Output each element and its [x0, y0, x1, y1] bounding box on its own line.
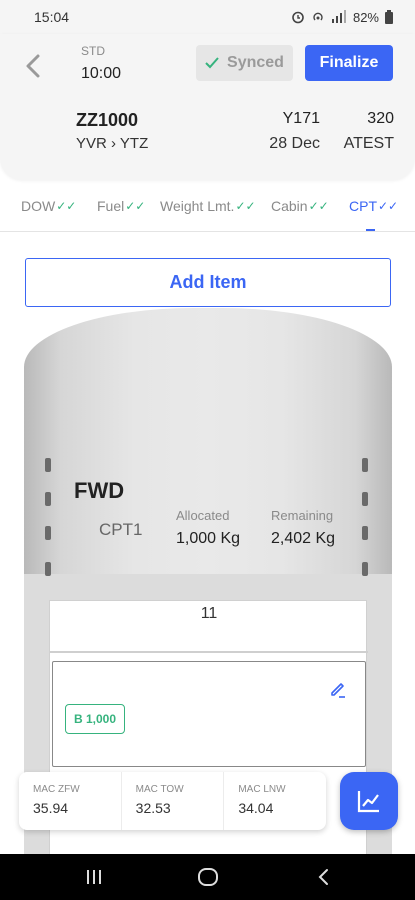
tab-label: Weight Lmt. — [160, 198, 235, 214]
flight-number: ZZ1000 — [76, 110, 139, 130]
double-check-icon: ✓✓ — [308, 199, 329, 213]
tab-dow[interactable]: DOW ✓✓ — [21, 198, 76, 214]
std-label: STD — [81, 44, 105, 58]
mac-label: MAC LNW — [238, 784, 286, 795]
flight-date: 28 Dec — [269, 135, 320, 152]
tab-weight-limit[interactable]: Weight Lmt. ✓✓ — [160, 198, 256, 214]
window-marker — [362, 492, 368, 506]
tab-label: DOW — [21, 198, 56, 214]
finalize-button[interactable]: Finalize — [305, 45, 393, 81]
status-icons: 82% — [291, 10, 393, 25]
mac-value: 32.53 — [135, 800, 171, 816]
hotspot-icon — [313, 12, 323, 21]
window-marker — [45, 562, 51, 576]
window-marker — [362, 526, 368, 540]
aircraft-config: ATEST — [343, 135, 394, 152]
back-nav-button[interactable] — [312, 866, 336, 888]
check-icon — [205, 57, 219, 69]
allocated-value: 1,000 Kg — [176, 530, 241, 547]
system-nav-bar — [0, 854, 415, 900]
route: YVR › YTZ — [76, 135, 149, 152]
window-marker — [362, 458, 368, 472]
aircraft-type: 320 — [367, 110, 394, 127]
home-icon — [198, 868, 218, 886]
battery-level: 82% — [352, 9, 379, 25]
mac-value: 35.94 — [33, 800, 69, 816]
double-check-icon: ✓✓ — [378, 199, 399, 213]
allocated-label: Allocated — [176, 508, 230, 523]
synced-button[interactable]: Synced — [196, 45, 293, 81]
edit-icon[interactable] — [329, 680, 347, 698]
recent-apps-button[interactable] — [82, 866, 106, 888]
hold-number: 11 — [200, 605, 218, 622]
double-check-icon: ✓✓ — [56, 199, 77, 213]
window-marker — [362, 562, 368, 576]
mac-label: MAC ZFW — [33, 784, 80, 795]
mac-value: 34.04 — [238, 800, 274, 816]
double-check-icon: ✓✓ — [235, 199, 256, 213]
window-marker — [45, 526, 51, 540]
alarm-icon — [292, 11, 304, 24]
remaining-value: 2,402 Kg — [271, 530, 336, 547]
mac-lnw: MAC LNW 34.04 — [224, 772, 326, 830]
line-chart-icon — [357, 791, 379, 813]
section-title: FWD — [74, 478, 125, 503]
chart-button[interactable] — [340, 772, 398, 830]
double-check-icon: ✓✓ — [125, 199, 146, 213]
tab-label: Cabin — [271, 198, 308, 214]
baggage-badge[interactable]: B 1,000 — [65, 704, 125, 734]
uld-slot[interactable]: B 1,000 — [52, 661, 366, 767]
registration: Y171 — [282, 110, 320, 127]
status-time: 15:04 — [34, 9, 70, 25]
add-item-button[interactable]: Add Item — [25, 258, 391, 307]
synced-label: Synced — [227, 54, 284, 71]
compartment-name: CPT1 — [99, 520, 143, 539]
recent-apps-icon — [87, 870, 101, 884]
divider — [50, 651, 368, 653]
flight-header: STD 10:00 Synced Finalize ZZ1000 YVR › Y… — [0, 34, 415, 180]
status-bar: 15:04 82% — [0, 0, 415, 34]
battery-icon — [385, 10, 393, 24]
window-marker — [45, 458, 51, 472]
mac-label: MAC TOW — [135, 784, 184, 795]
home-button[interactable] — [196, 866, 220, 888]
tab-label: Fuel — [97, 198, 125, 214]
chevron-left-icon — [318, 869, 328, 885]
tab-bar: DOW ✓✓ Fuel ✓✓ Weight Lmt. ✓✓ Cabin ✓✓ CPT ✓✓ — [0, 192, 415, 232]
chevron-left-icon — [26, 54, 40, 78]
active-tab-indicator — [366, 229, 375, 231]
tab-cpt[interactable]: CPT ✓✓ — [349, 198, 398, 214]
window-marker — [45, 492, 51, 506]
mac-zfw: MAC ZFW 35.94 — [19, 772, 122, 830]
mac-tow: MAC TOW 32.53 — [122, 772, 225, 830]
tab-fuel[interactable]: Fuel ✓✓ — [97, 198, 145, 214]
tab-cabin[interactable]: Cabin ✓✓ — [271, 198, 329, 214]
remaining-label: Remaining — [271, 508, 334, 523]
std-time: 10:00 — [81, 65, 122, 82]
tab-label: CPT — [349, 198, 377, 214]
mac-summary: MAC ZFW 35.94 MAC TOW 32.53 MAC LNW 34.0… — [19, 772, 326, 830]
back-button[interactable] — [22, 52, 46, 80]
signal-icon — [331, 10, 346, 23]
